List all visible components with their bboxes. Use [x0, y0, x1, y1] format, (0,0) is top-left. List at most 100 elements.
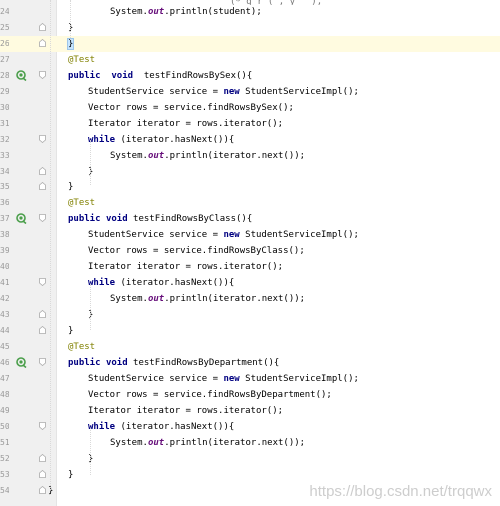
code-line[interactable]: 32 while (iterator.hasNext()){ [0, 132, 500, 148]
code-line[interactable]: 39 Vector rows = service.findRowsByClass(… [0, 243, 500, 259]
indent-guide [90, 284, 91, 330]
line-number: 47 [0, 373, 9, 383]
line-number: 44 [0, 326, 9, 335]
line-number: 42 [0, 294, 9, 304]
line-number: 49 [0, 405, 9, 415]
fold-marker-icon[interactable] [39, 70, 46, 79]
indent-guide [50, 0, 51, 490]
fold-marker-icon[interactable] [39, 310, 46, 318]
code-line[interactable]: 49 Iterator iterator = rows.iterator(); [0, 403, 500, 419]
line-number: 45 [0, 341, 9, 351]
code-line[interactable]: 41 while (iterator.hasNext()){ [0, 275, 500, 291]
code-text[interactable]: System.out.println(iterator.next()); [110, 148, 305, 164]
code-text[interactable]: public void testFindRowsBySex(){ [68, 68, 252, 84]
fold-marker-icon[interactable] [39, 421, 46, 430]
fold-marker-icon[interactable] [39, 182, 46, 191]
fold-marker-icon[interactable] [39, 22, 46, 31]
code-line[interactable]: 24 System.out.println(student); [0, 4, 500, 20]
code-line[interactable]: 52} [0, 451, 500, 467]
run-test-icon[interactable] [16, 69, 27, 81]
code-text[interactable]: @Test [68, 52, 95, 68]
code-line[interactable]: 35} [0, 179, 500, 195]
line-number: 46 [0, 357, 9, 367]
code-line[interactable]: 34} [0, 164, 500, 180]
fold-marker-icon[interactable] [39, 278, 46, 287]
line-number: 34 [0, 166, 9, 176]
code-text[interactable]: } [68, 467, 73, 483]
line-number: 29 [0, 86, 9, 96]
fold-marker-icon[interactable] [39, 134, 46, 143]
line-number: 37 [0, 214, 9, 224]
code-text[interactable]: System.out.println(iterator.next()); [110, 435, 305, 451]
code-line[interactable]: 53} [0, 467, 500, 483]
code-text[interactable]: while (iterator.hasNext()){ [88, 419, 234, 435]
line-number: 52 [0, 453, 9, 463]
line-number: 41 [0, 278, 9, 288]
line-number: 38 [0, 230, 9, 240]
code-text[interactable]: System.out.println(student); [110, 4, 262, 20]
code-text[interactable]: StudentService service = new StudentServ… [88, 227, 359, 243]
fold-marker-icon[interactable] [39, 326, 46, 334]
code-text[interactable]: public void testFindRowsByClass(){ [68, 211, 252, 227]
fold-marker-icon[interactable] [39, 453, 46, 462]
code-text[interactable]: StudentService service = new StudentServ… [88, 371, 359, 387]
line-number: 30 [0, 102, 9, 112]
fold-marker-icon[interactable] [39, 38, 46, 47]
code-line[interactable]: 28 public void testFindRowsBySex(){ [0, 68, 500, 84]
code-line[interactable]: 47 StudentService service = new StudentSe… [0, 371, 500, 387]
code-line[interactable]: 33 System.out.println(iterator.next()); [0, 148, 500, 164]
run-test-icon[interactable] [16, 357, 27, 368]
line-number: 24 [0, 7, 9, 16]
code-line[interactable]: 37 public void testFindRowsByClass(){ [0, 211, 500, 227]
code-text[interactable]: System.out.println(iterator.next()); [110, 291, 305, 307]
line-number: 40 [0, 262, 9, 272]
code-text[interactable]: while (iterator.hasNext()){ [88, 275, 234, 291]
code-text[interactable]: StudentService service = new StudentServ… [88, 84, 359, 100]
fold-marker-icon[interactable] [39, 485, 46, 494]
code-text[interactable]: Iterator iterator = rows.iterator(); [88, 259, 283, 275]
fold-marker-icon[interactable] [39, 166, 46, 175]
code-line[interactable]: 31 Iterator iterator = rows.iterator(); [0, 116, 500, 132]
code-text[interactable]: Vector rows = service.findRowsByClass(); [88, 243, 305, 259]
fold-marker-icon[interactable] [39, 214, 46, 223]
line-number: 32 [0, 134, 9, 144]
code-text[interactable]: Iterator iterator = rows.iterator(); [88, 116, 283, 132]
code-line[interactable]: 29 StudentService service = new StudentSe… [0, 84, 500, 100]
line-number: 26 [0, 38, 9, 48]
code-text[interactable]: @Test [68, 339, 95, 355]
code-line[interactable]: 45 @Test [0, 339, 500, 355]
code-line[interactable]: 30 Vector rows = service.findRowsBySex(); [0, 100, 500, 116]
code-text[interactable]: @Test [68, 195, 95, 211]
code-line[interactable]: 43} [0, 307, 500, 323]
code-text[interactable]: Vector rows = service.findRowsByDepartme… [88, 387, 332, 403]
code-text[interactable]: Vector rows = service.findRowsBySex(); [88, 100, 294, 116]
code-editor[interactable]: 24 System.out.println(student); 25} 26} 27 @T… [0, 0, 500, 506]
code-text[interactable]: } [68, 179, 73, 195]
code-line[interactable]: 27 @Test [0, 52, 500, 68]
fold-marker-icon[interactable] [39, 469, 46, 478]
code-text[interactable]: public void testFindRowsByDepartment(){ [68, 355, 279, 371]
code-line[interactable]: 36 @Test [0, 195, 500, 211]
line-number: 36 [0, 198, 9, 208]
line-number: 48 [0, 389, 9, 399]
code-line[interactable]: 42 System.out.println(iterator.next()); [0, 291, 500, 307]
code-line[interactable]: 48 Vector rows = service.findRowsByDepart… [0, 387, 500, 403]
line-number: 28 [0, 70, 9, 80]
line-number: 39 [0, 246, 9, 256]
code-line[interactable]: 50 while (iterator.hasNext()){ [0, 419, 500, 435]
run-test-icon[interactable] [16, 213, 27, 225]
code-line[interactable]: 44} [0, 323, 500, 339]
code-text[interactable]: } [68, 323, 73, 339]
code-line[interactable]: 40 Iterator iterator = rows.iterator(); [0, 259, 500, 275]
code-line[interactable]: 26} [0, 35, 500, 52]
fold-marker-icon[interactable] [39, 357, 46, 366]
code-text[interactable]: while (iterator.hasNext()){ [88, 132, 234, 148]
code-line[interactable]: 46 public void testFindRowsByDepartment()… [0, 355, 500, 371]
code-line[interactable]: 51 System.out.println(iterator.next()); [0, 435, 500, 451]
line-number: 53 [0, 469, 9, 479]
line-number: 27 [0, 54, 9, 64]
code-text[interactable]: Iterator iterator = rows.iterator(); [88, 403, 283, 419]
code-line[interactable]: 38 StudentService service = new StudentSe… [0, 227, 500, 243]
line-number: 43 [0, 310, 9, 320]
code-line[interactable]: 25} [0, 20, 500, 36]
